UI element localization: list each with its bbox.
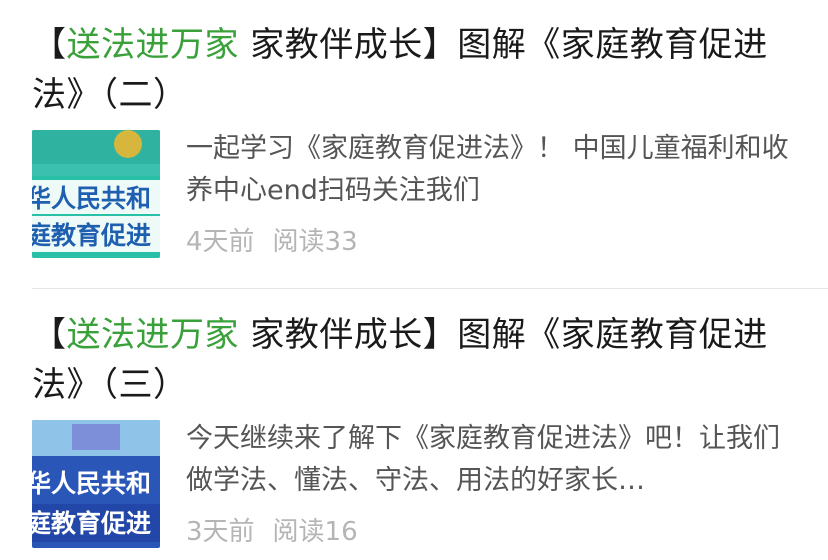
publish-time: 4天前 (186, 227, 255, 257)
thumbnail-image: 华人民共和 庭教育促进 (32, 130, 160, 258)
title-highlight: 送法进万家 (66, 25, 239, 65)
read-count: 阅读16 (272, 517, 358, 547)
article-feed: 【送法进万家 家教伴成长】图解《家庭教育促进法》（二） 华人民共和 庭教育促进 … (0, 0, 828, 551)
thumb-text-line2: 庭教育促进 (32, 509, 151, 538)
article-meta: 3天前 阅读16 (186, 512, 358, 552)
thumb-text-line2: 庭教育促进 (32, 221, 151, 250)
title-bracket: 【 (32, 315, 67, 355)
article-title[interactable]: 【送法进万家 家教伴成长】图解《家庭教育促进法》（二） (32, 20, 802, 120)
thumb-text-line1: 华人民共和 (32, 184, 151, 213)
publish-time: 3天前 (186, 517, 255, 547)
divider (32, 288, 828, 289)
read-count: 阅读33 (272, 227, 358, 257)
title-bracket: 【 (32, 25, 67, 65)
thumb-text-line1: 华人民共和 (32, 469, 151, 498)
article-card-2[interactable]: 【送法进万家 家教伴成长】图解《家庭教育促进法》（三） 华人民共和 庭教育促进 … (0, 290, 828, 560)
title-highlight: 送法进万家 (66, 315, 239, 355)
article-thumbnail[interactable]: 华人民共和 庭教育促进 (32, 420, 160, 548)
article-thumbnail[interactable]: 华人民共和 庭教育促进 (32, 130, 160, 258)
article-card-1[interactable]: 【送法进万家 家教伴成长】图解《家庭教育促进法》（二） 华人民共和 庭教育促进 … (0, 0, 828, 270)
article-summary: 今天继续来了解下《家庭教育促进法》吧！让我们做学法、懂法、守法、用法的好家长… (186, 423, 780, 496)
article-title[interactable]: 【送法进万家 家教伴成长】图解《家庭教育促进法》（三） (32, 310, 802, 410)
article-summary: 一起学习《家庭教育促进法》！ 中国儿童福利和收养中心end扫码关注我们 (186, 133, 789, 206)
article-meta: 4天前 阅读33 (186, 222, 358, 262)
thumbnail-image: 华人民共和 庭教育促进 (32, 420, 160, 548)
